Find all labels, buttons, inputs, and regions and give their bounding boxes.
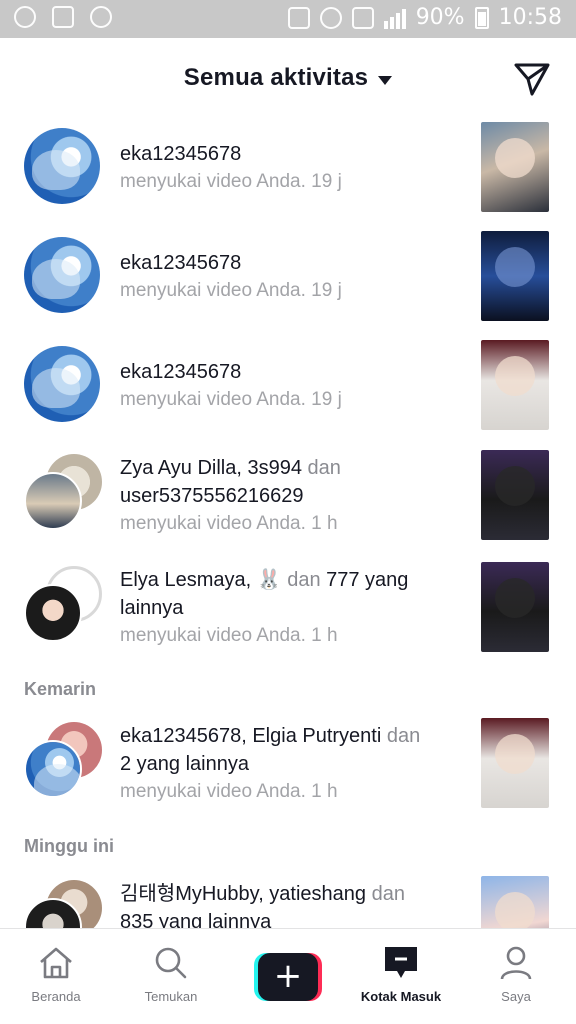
activity-text: menyukai video Anda. 19 j	[120, 171, 342, 192]
activity-item[interactable]: eka12345678 menyukai video Anda. 19 j	[0, 340, 576, 448]
username[interactable]: eka12345678	[120, 358, 460, 386]
activity-item[interactable]: Elya Lesmaya, 🐰 dan 777 yang lainnya men…	[0, 562, 576, 670]
username[interactable]: Zya Ayu Dilla, 3s994	[120, 457, 302, 479]
activity-item[interactable]: 김태형MyHubby, yatieshang dan 835 yang lain…	[0, 876, 576, 928]
clock: 10:58	[498, 5, 562, 30]
vibrate-icon	[287, 6, 310, 29]
wechat-icon	[90, 6, 112, 28]
activity-text: menyukai video Anda. 19 j	[120, 389, 342, 410]
username[interactable]: eka12345678, Elgia Putryenti	[120, 725, 381, 747]
activity-item[interactable]: eka12345678 menyukai video Anda. 19 j	[0, 231, 576, 339]
inbox-icon	[385, 947, 417, 978]
page-title: Semua aktivitas	[183, 64, 369, 91]
activity-text: menyukai video Anda. 1 h	[120, 625, 338, 646]
activity-text: menyukai video Anda. 1 h	[120, 781, 338, 802]
nav-inbox[interactable]: Kotak Masuk	[351, 945, 451, 1004]
username[interactable]: user5375556216629	[120, 482, 460, 510]
nav-home[interactable]: Beranda	[6, 945, 106, 1004]
video-thumbnail[interactable]	[481, 718, 549, 808]
home-icon	[40, 947, 72, 979]
plus-icon: +	[258, 953, 318, 1001]
avatar[interactable]	[24, 128, 100, 204]
video-thumbnail[interactable]	[481, 562, 549, 652]
status-bar: 90% 10:58	[0, 0, 576, 38]
activity-text: menyukai video Anda. 19 j	[120, 280, 342, 301]
inbox-header: Semua aktivitas	[0, 38, 576, 122]
avatar[interactable]	[24, 346, 100, 422]
avatar[interactable]	[24, 237, 100, 313]
video-thumbnail[interactable]	[481, 340, 549, 430]
caret-down-icon	[378, 76, 393, 86]
nav-discover-label: Temukan	[144, 989, 198, 1004]
username[interactable]: eka12345678	[120, 249, 460, 277]
gallery-icon	[52, 6, 74, 28]
signal-icon	[383, 7, 406, 29]
battery-icon	[474, 6, 489, 29]
search-icon	[155, 947, 187, 979]
system-icons: 90% 10:58	[287, 5, 562, 30]
nav-profile-label: Saya	[501, 989, 531, 1004]
bottom-navigation: Beranda Temukan + Kotak Masuk Saya	[0, 928, 576, 1024]
username[interactable]: eka12345678	[120, 140, 460, 168]
nav-home-label: Beranda	[31, 989, 81, 1004]
nav-discover[interactable]: Temukan	[121, 945, 221, 1004]
activity-text: menyukai video Anda. 1 h	[120, 513, 338, 534]
create-video-button[interactable]: +	[254, 953, 322, 1001]
video-thumbnail[interactable]	[481, 450, 549, 540]
avatar[interactable]	[24, 584, 82, 642]
avatar[interactable]	[24, 472, 82, 530]
section-header-yesterday: Kemarin	[24, 679, 97, 699]
direct-message-icon[interactable]	[514, 62, 550, 96]
battery-percent: 90%	[415, 5, 465, 30]
notification-icons	[14, 6, 112, 28]
activity-item[interactable]: eka12345678, Elgia Putryenti dan 2 yang …	[0, 718, 576, 826]
avatar[interactable]	[24, 740, 82, 798]
activity-item[interactable]: Zya Ayu Dilla, 3s994 dan user53755562166…	[0, 450, 576, 558]
profile-icon	[500, 946, 532, 980]
sim-icon	[351, 6, 374, 29]
video-thumbnail[interactable]	[481, 122, 549, 212]
video-thumbnail[interactable]	[481, 876, 549, 928]
music-note-icon	[14, 6, 36, 28]
username[interactable]: Elya Lesmaya, 🐰	[120, 569, 282, 591]
username[interactable]: 김태형MyHubby, yatieshang	[120, 883, 366, 905]
section-header-this-week: Minggu ini	[24, 836, 114, 856]
alarm-icon	[319, 6, 342, 29]
activity-filter-dropdown[interactable]: Semua aktivitas	[0, 64, 576, 92]
nav-inbox-label: Kotak Masuk	[360, 989, 442, 1004]
nav-profile[interactable]: Saya	[466, 945, 566, 1004]
activity-item[interactable]: eka12345678 menyukai video Anda. 19 j	[0, 122, 576, 230]
video-thumbnail[interactable]	[481, 231, 549, 321]
